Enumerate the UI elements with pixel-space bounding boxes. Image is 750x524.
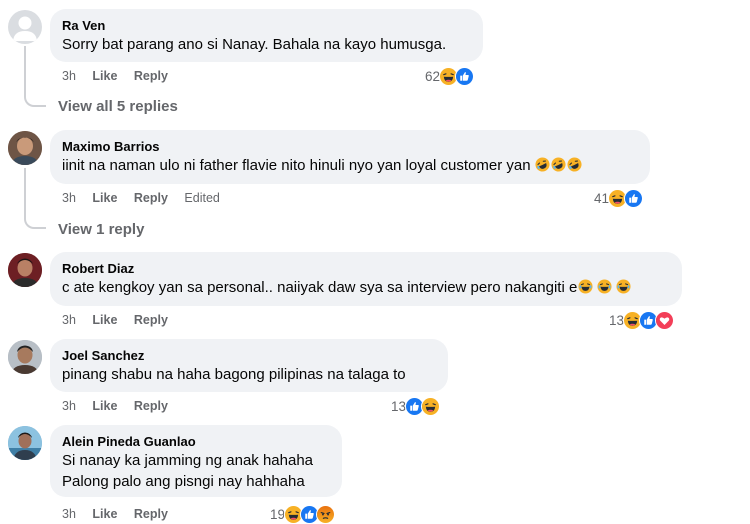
avatar[interactable]	[8, 426, 42, 460]
comment-timestamp[interactable]: 3h	[62, 69, 76, 83]
reaction-summary[interactable]: 41	[594, 188, 644, 208]
avatar[interactable]	[8, 253, 42, 287]
profile-photo	[8, 253, 42, 287]
reply-button[interactable]: Reply	[134, 399, 168, 413]
comment-author[interactable]: Ra Ven	[62, 17, 471, 34]
thread-line	[24, 46, 26, 96]
comment-bubble: Ra Ven Sorry bat parang ano si Nanay. Ba…	[50, 9, 483, 62]
like-button[interactable]: Like	[92, 507, 117, 521]
comment-bubble: Alein Pineda Guanlao Si nanay ka jamming…	[50, 425, 342, 497]
like-button[interactable]: Like	[92, 69, 117, 83]
avatar[interactable]	[8, 10, 42, 44]
default-avatar-icon	[13, 16, 37, 41]
comment-author[interactable]: Alein Pineda Guanlao	[62, 433, 330, 450]
rofl-emoji	[551, 157, 566, 172]
rofl-emoji	[535, 157, 550, 172]
comment-actions: 3h Like Reply	[62, 68, 181, 84]
like-button[interactable]: Like	[92, 191, 117, 205]
like-button[interactable]: Like	[92, 313, 117, 327]
thread-connector	[24, 95, 46, 107]
comment-text-line-1: Si nanay ka jamming ng anak hahaha	[62, 452, 314, 469]
like-button[interactable]: Like	[92, 399, 117, 413]
reaction-count: 19	[270, 506, 286, 522]
comment-text-line-2: Palong palo ang pisngi nay hahhaha	[62, 473, 305, 490]
joy-emoji	[616, 279, 631, 294]
reaction-summary[interactable]: 13	[609, 310, 675, 330]
comment-timestamp[interactable]: 3h	[62, 191, 76, 205]
profile-photo	[8, 131, 42, 165]
reaction-summary[interactable]: 62	[425, 66, 475, 86]
like-icon	[455, 66, 475, 86]
comment-bubble: Robert Diaz c ate kengkoy yan sa persona…	[50, 252, 682, 306]
comment-actions: 3h Like Reply Edited	[62, 190, 233, 206]
comment-text: c ate kengkoy yan sa personal.. naiiyak …	[62, 279, 578, 296]
thread-connector	[24, 217, 46, 229]
reaction-count: 13	[391, 398, 407, 414]
comment-timestamp[interactable]: 3h	[62, 313, 76, 327]
joy-emoji	[597, 279, 612, 294]
love-icon	[655, 310, 675, 330]
comment-actions: 3h Like Reply	[62, 506, 181, 522]
comment-text: pinang shabu na haha bagong pilipinas na…	[62, 366, 406, 383]
avatar[interactable]	[8, 340, 42, 374]
comment-actions: 3h Like Reply	[62, 398, 181, 414]
reaction-count: 41	[594, 190, 610, 206]
like-icon	[624, 188, 644, 208]
comment-author[interactable]: Joel Sanchez	[62, 347, 436, 364]
reply-button[interactable]: Reply	[134, 69, 168, 83]
rofl-emoji	[567, 157, 582, 172]
reply-button[interactable]: Reply	[134, 191, 168, 205]
comment-author[interactable]: Robert Diaz	[62, 260, 670, 277]
view-replies-link[interactable]: View 1 reply	[58, 220, 144, 240]
comment-timestamp[interactable]: 3h	[62, 399, 76, 413]
comment-bubble: Joel Sanchez pinang shabu na haha bagong…	[50, 339, 448, 392]
profile-photo	[8, 340, 42, 374]
haha-icon	[421, 396, 441, 416]
comment-bubble: Maximo Barrios iinit na naman ulo ni fat…	[50, 130, 650, 184]
view-replies-link[interactable]: View all 5 replies	[58, 97, 178, 117]
reply-button[interactable]: Reply	[134, 507, 168, 521]
reaction-summary[interactable]: 19	[270, 504, 336, 524]
comment-text: iinit na naman ulo ni father flavie nito…	[62, 157, 531, 174]
comment-text-line: c ate kengkoy yan sa personal.. naiiyak …	[62, 277, 670, 298]
avatar[interactable]	[8, 131, 42, 165]
thread-line	[24, 168, 26, 218]
comment-timestamp[interactable]: 3h	[62, 507, 76, 521]
comment-text: Sorry bat parang ano si Nanay. Bahala na…	[62, 36, 447, 53]
comment-author[interactable]: Maximo Barrios	[62, 138, 638, 155]
edited-label: Edited	[184, 191, 220, 205]
comment-text-line: iinit na naman ulo ni father flavie nito…	[62, 155, 638, 176]
reaction-count: 13	[609, 312, 625, 328]
joy-emoji	[578, 279, 593, 294]
reaction-summary[interactable]: 13	[391, 396, 441, 416]
comment-actions: 3h Like Reply	[62, 312, 181, 328]
reaction-count: 62	[425, 68, 441, 84]
angry-icon	[316, 504, 336, 524]
reply-button[interactable]: Reply	[134, 313, 168, 327]
profile-photo	[8, 426, 42, 460]
